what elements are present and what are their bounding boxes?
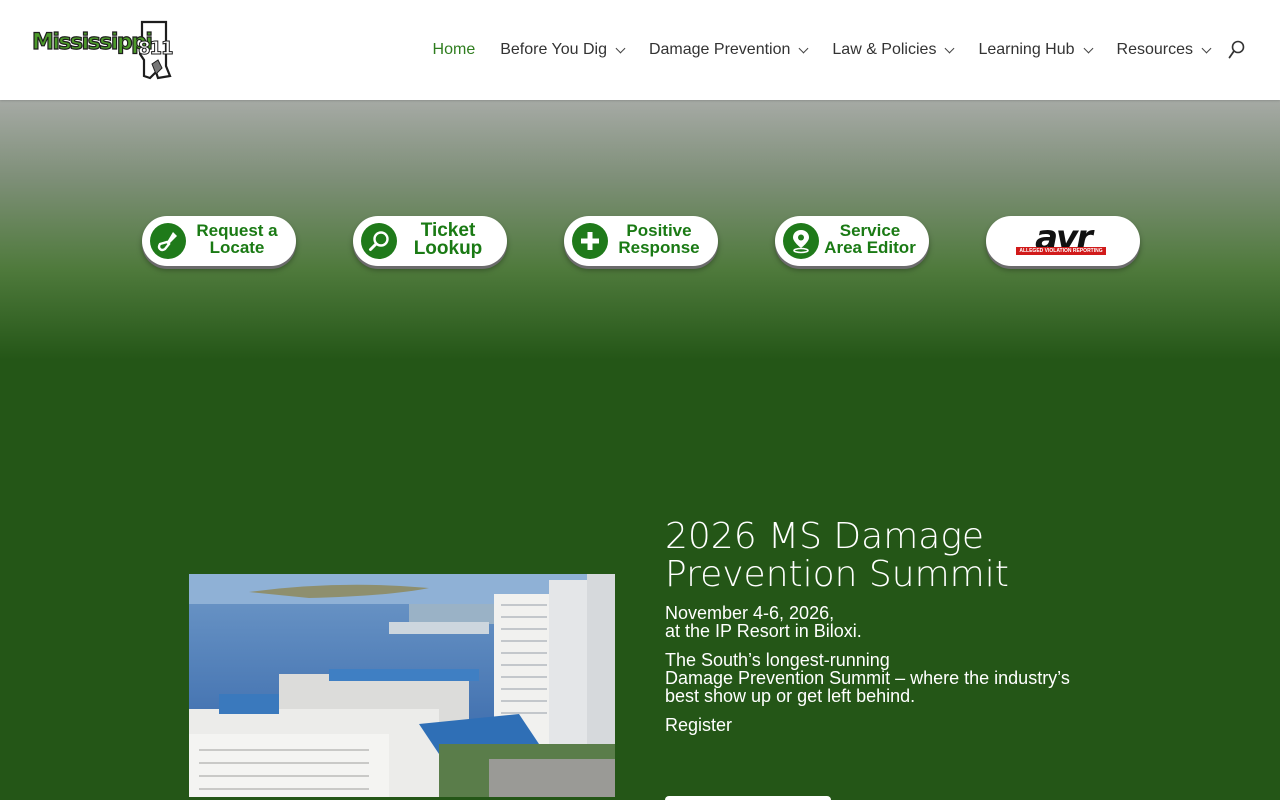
shovel-icon <box>150 223 186 259</box>
chevron-down-icon <box>1201 43 1212 53</box>
event-desc-line2: Damage Prevention Summit – where the ind… <box>665 668 1070 688</box>
nav-before-you-dig-label: Before You Dig <box>500 41 607 58</box>
request-locate-button[interactable]: Request a Locate <box>142 216 296 266</box>
nav-home-label: Home <box>432 41 476 58</box>
event-date: November 4-6, 2026, at the IP Resort in … <box>665 604 1085 640</box>
event-title-line1: 2026 MS Damage <box>665 516 985 557</box>
nav-damage-prevention-label: Damage Prevention <box>648 41 791 58</box>
service-area-editor-button[interactable]: Service Area Editor <box>775 216 929 266</box>
logo-number: 811 <box>138 38 175 60</box>
magnifier-icon <box>361 223 397 259</box>
event-title: 2026 MS Damage Prevention Summit <box>665 518 1085 594</box>
event-desc-line3: best show up or get left behind. <box>665 686 916 706</box>
ticket-lookup-line2: Lookup <box>413 238 483 259</box>
plus-icon <box>572 223 608 259</box>
event-date-line2: at the IP Resort in Biloxi. <box>665 621 862 641</box>
positive-response-line1: Positive <box>626 221 692 240</box>
chevron-down-icon <box>798 43 809 53</box>
hero-banner: Request a Locate Ticket Lookup Positive … <box>0 100 1280 360</box>
service-area-editor-label: Service Area Editor <box>819 222 921 256</box>
nav-resources[interactable]: Resources <box>1116 41 1212 59</box>
request-locate-label: Request a Locate <box>186 222 288 256</box>
mississippi-811-logo[interactable]: Mississippi 811 <box>31 18 175 82</box>
event-date-line1: November 4-6, 2026, <box>665 603 835 623</box>
ip-resort-photo <box>189 574 615 797</box>
event-cta-button[interactable] <box>665 796 831 800</box>
nav-damage-prevention[interactable]: Damage Prevention <box>648 41 809 59</box>
chevron-down-icon <box>944 43 955 53</box>
nav-resources-label: Resources <box>1116 41 1193 58</box>
logo-text: Mississippi <box>31 29 153 55</box>
positive-response-label: Positive Response <box>608 222 710 256</box>
nav-law-policies-label: Law & Policies <box>832 41 937 58</box>
main-nav: Home Before You Dig Damage Prevention La… <box>408 0 1212 100</box>
nav-learning-hub-label: Learning Hub <box>978 41 1075 58</box>
positive-response-line2: Response <box>618 238 700 257</box>
nav-home[interactable]: Home <box>433 41 476 59</box>
nav-law-policies[interactable]: Law & Policies <box>832 41 955 59</box>
chevron-down-icon <box>1083 43 1093 53</box>
avr-tagline: ALLEGED VIOLATION REPORTING <box>1016 247 1106 255</box>
avr-button[interactable]: avr ALLEGED VIOLATION REPORTING <box>986 216 1140 266</box>
service-area-editor-line2: Area Editor <box>824 238 916 257</box>
ticket-lookup-button[interactable]: Ticket Lookup <box>353 216 507 266</box>
register-link[interactable]: Register <box>665 715 732 736</box>
request-locate-line1: Request a <box>196 221 278 240</box>
event-title-line2: Prevention Summit <box>665 554 1009 595</box>
map-pin-icon <box>783 223 819 259</box>
nav-learning-hub[interactable]: Learning Hub <box>978 41 1093 59</box>
positive-response-button[interactable]: Positive Response <box>564 216 718 266</box>
site-header: Mississippi 811 Home Before You Dig Dama… <box>0 0 1280 100</box>
nav-before-you-dig[interactable]: Before You Dig <box>500 41 626 59</box>
service-area-editor-line1: Service <box>839 221 901 240</box>
event-description: The South’s longest-running Damage Preve… <box>665 651 1095 705</box>
chevron-down-icon <box>615 43 626 53</box>
event-desc-line1: The South’s longest-running <box>665 650 890 670</box>
search-icon[interactable] <box>1228 40 1246 60</box>
ticket-lookup-label: Ticket Lookup <box>397 221 499 259</box>
request-locate-line2: Locate <box>209 238 265 257</box>
